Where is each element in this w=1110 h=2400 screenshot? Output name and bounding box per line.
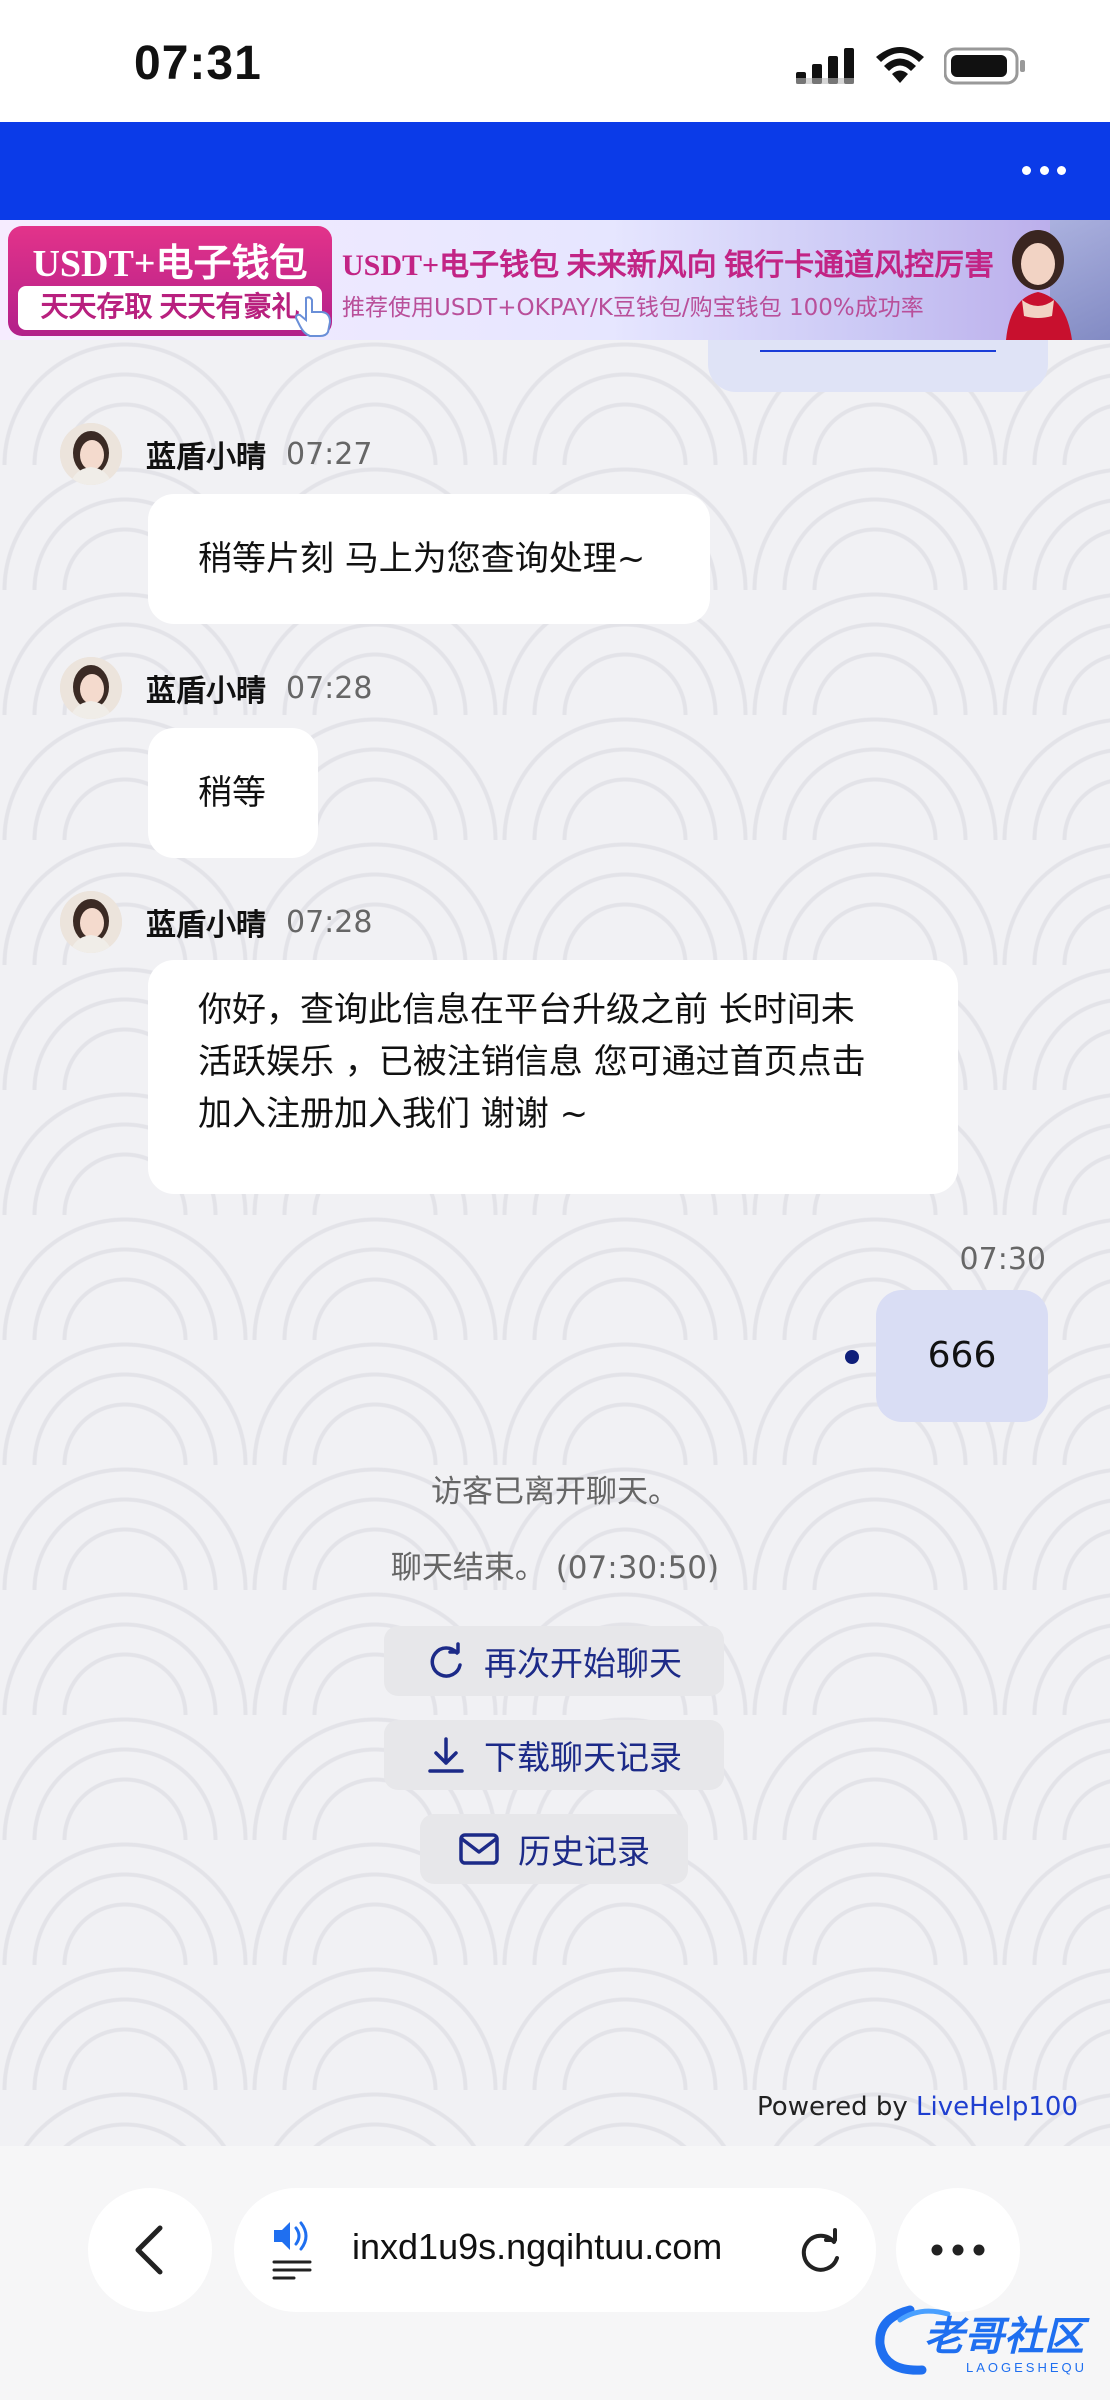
download-transcript-button[interactable]: 下载聊天记录 (384, 1720, 724, 1790)
chat-history-label: 历史记录 (518, 1832, 650, 1871)
previous-message-link-underline (760, 350, 996, 352)
banner-left-title: USDT+电子钱包 (32, 243, 308, 285)
wifi-icon (876, 47, 924, 83)
chat-messages-area[interactable]: 蓝盾小晴 07:27 稍等片刻 马上为您查询处理~ 蓝盾小晴 07:28 稍等 … (0, 340, 1110, 2146)
status-time: 07:31 (134, 37, 262, 90)
agent-avatar (60, 423, 122, 485)
refresh-icon (430, 1642, 462, 1678)
agent-message-bubble: 稍等片刻 马上为您查询处理~ (148, 494, 710, 624)
agent-name: 蓝盾小晴 (146, 908, 266, 943)
powered-by: Powered by LiveHelp100 (757, 2092, 1078, 2122)
restart-chat-button[interactable]: 再次开始聊天 (384, 1626, 724, 1696)
cellular-signal-icon (796, 48, 854, 84)
agent-message-bubble: 稍等 (148, 728, 318, 858)
download-icon (428, 1737, 464, 1773)
status-bar: 07:31 (0, 0, 1110, 122)
url-text: inxd1u9s.ngqihtuu.com (352, 2226, 723, 2267)
message-text-line: 活跃娱乐 ，已被注销信息 您可通过首页点击 (198, 1042, 866, 1082)
more-options-icon[interactable] (1022, 160, 1066, 180)
restart-chat-label: 再次开始聊天 (484, 1644, 682, 1683)
message-time: 07:27 (286, 436, 373, 472)
sent-status-dot (845, 1350, 859, 1364)
reader-audio-icon (272, 2221, 312, 2280)
promo-banner[interactable]: USDT+电子钱包 天天存取 天天有豪礼 USDT+电子钱包 未来新风向 银行卡… (0, 220, 1110, 340)
agent-name: 蓝盾小晴 (146, 440, 266, 475)
back-button[interactable] (88, 2188, 212, 2312)
livehelp-link[interactable]: LiveHelp100 (916, 2092, 1078, 2122)
agent-message-bubble: 你好，查询此信息在平台升级之前 长时间未 活跃娱乐 ，已被注销信息 您可通过首页… (148, 960, 958, 1194)
browser-menu-button[interactable] (896, 2188, 1020, 2312)
message-header: 蓝盾小晴 07:28 (60, 656, 372, 720)
visitor-message-bubble: 666 (876, 1290, 1048, 1422)
more-horizontal-icon (931, 2244, 985, 2256)
banner-subline: 推荐使用USDT+OKPAY/K豆钱包/购宝钱包 100%成功率 (342, 295, 924, 321)
svg-text:LAOGESHEQU: LAOGESHEQU (966, 2360, 1087, 2375)
chevron-left-icon (135, 2225, 163, 2275)
reload-icon[interactable] (796, 2226, 844, 2276)
download-transcript-label: 下载聊天记录 (484, 1738, 682, 1777)
system-visitor-left: 访客已离开聊天。 (431, 1474, 679, 1510)
message-text-line: 加入注册加入我们 谢谢 ~ (198, 1094, 589, 1134)
previous-message-bubble (708, 340, 1048, 392)
agent-avatar (60, 657, 122, 719)
message-text: 稍等片刻 马上为您查询处理~ (198, 539, 646, 579)
banner-headline: USDT+电子钱包 未来新风向 银行卡通道风控厉害 (342, 249, 995, 282)
powered-by-prefix: Powered by (757, 2092, 916, 2122)
message-text: 稍等 (198, 773, 266, 813)
agent-avatar (60, 891, 122, 953)
chat-header-bar (0, 122, 1110, 220)
visitor-message-text: 666 (927, 1335, 997, 1376)
status-icons (796, 46, 1026, 86)
chat-history-button[interactable]: 历史记录 (420, 1814, 688, 1884)
banner-model-image (1006, 230, 1072, 340)
svg-text:老哥社区: 老哥社区 (924, 2315, 1090, 2359)
pointing-hand-icon (294, 296, 332, 337)
battery-icon (944, 47, 1025, 85)
laoge-community-watermark: 老哥社区 LAOGESHEQU (875, 2305, 1090, 2375)
message-header: 蓝盾小晴 07:28 (60, 890, 372, 954)
banner-left-subtitle: 天天存取 天天有豪礼 (18, 286, 322, 330)
address-bar[interactable]: inxd1u9s.ngqihtuu.com (234, 2188, 876, 2312)
mail-icon (459, 1833, 499, 1865)
visitor-message-time: 07:30 (959, 1242, 1046, 1277)
system-chat-ended: 聊天结束。 (07:30:50) (390, 1550, 720, 1586)
message-text-line: 你好，查询此信息在平台升级之前 长时间未 (198, 990, 855, 1030)
banner-left-block: USDT+电子钱包 天天存取 天天有豪礼 (8, 226, 332, 336)
message-header: 蓝盾小晴 07:27 (60, 422, 372, 486)
agent-name: 蓝盾小晴 (146, 674, 266, 709)
message-time: 07:28 (286, 904, 373, 940)
message-time: 07:28 (286, 670, 373, 706)
